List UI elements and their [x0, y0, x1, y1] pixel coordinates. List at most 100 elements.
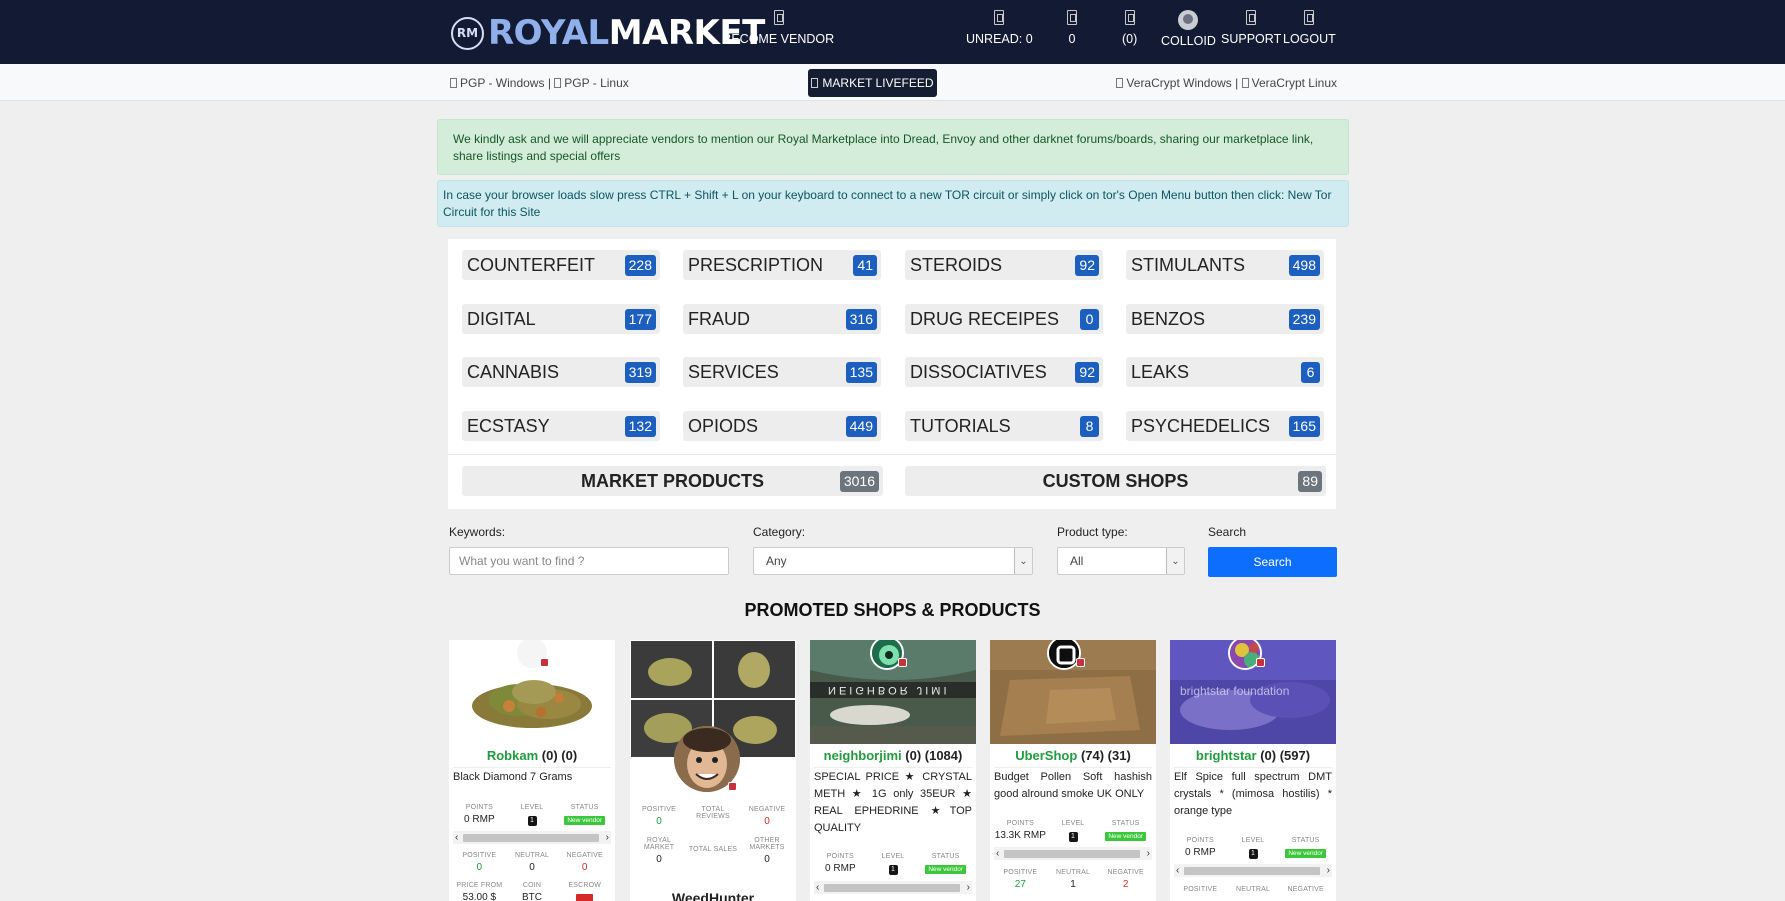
separator: |: [1235, 76, 1239, 90]
horizontal-scrollbar[interactable]: ‹ ›: [453, 831, 611, 844]
category-digital[interactable]: DIGITAL 177: [462, 304, 660, 334]
big-category-name: MARKET PRODUCTS: [581, 470, 764, 491]
chevron-right-icon[interactable]: ›: [1147, 847, 1150, 860]
orders-icon: [1067, 10, 1077, 25]
chevron-right-icon[interactable]: ›: [1327, 864, 1330, 877]
nav-orders[interactable]: 0: [1067, 10, 1077, 46]
stat-label: POSITIVE: [642, 806, 676, 813]
big-category-count: 3016: [839, 471, 879, 492]
product-title[interactable]: SPECIAL PRICE ★ CRYSTAL METH ★ 1G only 3…: [814, 767, 972, 837]
seller-name[interactable]: neighborjimi: [824, 748, 902, 763]
neutral-count: 1: [1070, 879, 1076, 890]
seller-name[interactable]: brightstar: [1196, 748, 1257, 763]
horizontal-scrollbar[interactable]: ‹ ›: [814, 881, 972, 894]
category-count: 228: [624, 254, 656, 276]
category-ecstasy[interactable]: ECSTASY 132: [462, 411, 660, 441]
product-card[interactable]: Robkam (0) (0) Black Diamond 7 Grams POI…: [449, 640, 615, 901]
product-card[interactable]: UberShop (74) (31) Budget Pollen Soft ha…: [990, 640, 1156, 901]
category-opiods[interactable]: OPIODS 449: [683, 411, 881, 441]
product-title[interactable]: Elf Spice full spectrum DMT crystals * (…: [1174, 767, 1332, 820]
shop-card[interactable]: POSITIVE 0 TOTAL REVIEWS NEGATIVE 0 ROYA…: [630, 640, 796, 901]
category-name: OPIODS: [688, 415, 759, 436]
stat-label: TOTAL SALES: [688, 846, 738, 853]
chevron-left-icon[interactable]: ‹: [1176, 864, 1179, 877]
stat-label: STATUS: [931, 853, 960, 860]
chevron-right-icon[interactable]: ›: [967, 881, 970, 894]
pgp-windows-link[interactable]: PGP - Windows: [460, 76, 544, 90]
gift-icon: [728, 782, 737, 791]
category-drug-receipes[interactable]: DRUG RECEIPES 0: [905, 304, 1103, 334]
category-count: 177: [624, 308, 656, 330]
category-select-value: Any: [766, 554, 787, 568]
stat-label: POSITIVE: [462, 852, 497, 859]
market-livefeed-button[interactable]: MARKET LIVEFEED: [808, 69, 937, 97]
category-dissociatives[interactable]: DISSOCIATIVES 92: [905, 357, 1103, 387]
category-stimulants[interactable]: STIMULANTS 498: [1126, 250, 1324, 280]
category-steroids[interactable]: STEROIDS 92: [905, 250, 1103, 280]
product-card[interactable]: brightstar foundation brightstar (0) (59…: [1170, 640, 1336, 901]
category-label: Category:: [753, 525, 806, 539]
category-count: 0: [1080, 308, 1099, 330]
chevron-right-icon[interactable]: ›: [606, 831, 609, 844]
product-title[interactable]: Black Diamond 7 Grams: [453, 767, 611, 786]
pgp-linux-link[interactable]: PGP - Linux: [564, 76, 628, 90]
category-prescription[interactable]: PRESCRIPTION 41: [683, 250, 881, 280]
category-count: 8: [1080, 415, 1099, 437]
cart-icon: [1124, 10, 1135, 25]
user-avatar-icon: [1178, 10, 1199, 30]
gift-icon: [1256, 658, 1265, 667]
category-count: 92: [1075, 254, 1099, 276]
price-value: 53.00 $: [462, 892, 497, 901]
market-products-button[interactable]: MARKET PRODUCTS 3016: [462, 466, 883, 496]
nav-logout[interactable]: LOGOUT: [1283, 10, 1336, 46]
search-button[interactable]: Search: [1208, 547, 1337, 577]
shop-positive: POSITIVE 0: [632, 806, 686, 827]
category-benzos[interactable]: BENZOS 239: [1126, 304, 1324, 334]
logo-royal: ROYAL: [488, 13, 609, 53]
logo[interactable]: RM ROYALMARKET: [451, 13, 765, 53]
nav-unread[interactable]: UNREAD: 0: [966, 10, 1033, 46]
seller-name[interactable]: Robkam: [487, 748, 538, 763]
category-counterfeit[interactable]: COUNTERFEIT 228: [462, 250, 660, 280]
category-fraud[interactable]: FRAUD 316: [683, 304, 881, 334]
veracrypt-linux-link[interactable]: VeraCrypt Linux: [1252, 76, 1337, 90]
positive-count: 27: [1014, 879, 1026, 890]
product-card[interactable]: NEIGHBOR JIMI neighborjimi (0) (1084) SP…: [810, 640, 976, 901]
product-type-select[interactable]: All ⌄: [1057, 547, 1185, 575]
product-title[interactable]: Budget Pollen Soft hashish good alround …: [994, 767, 1152, 803]
category-tutorials[interactable]: TUTORIALS 8: [905, 411, 1103, 441]
category-name: TUTORIALS: [910, 415, 1011, 436]
chevron-left-icon[interactable]: ‹: [455, 831, 458, 844]
nav-support[interactable]: SUPPORT: [1221, 10, 1281, 46]
category-psychedelics[interactable]: PSYCHEDELICS 165: [1126, 411, 1324, 441]
scrollbar-thumb[interactable]: [1004, 850, 1140, 858]
store-icon: [773, 10, 784, 25]
scrollbar-thumb[interactable]: [824, 884, 960, 892]
chevron-left-icon[interactable]: ‹: [816, 881, 819, 894]
veracrypt-windows-link[interactable]: VeraCrypt Windows: [1126, 76, 1231, 90]
stat-label: LEVEL: [1241, 837, 1265, 844]
nav-user[interactable]: COLLOID: [1161, 10, 1216, 48]
category-select[interactable]: Any ⌄: [753, 547, 1033, 575]
chevron-left-icon[interactable]: ‹: [996, 847, 999, 860]
nav-cart[interactable]: (0): [1122, 10, 1137, 46]
category-name: COUNTERFEIT: [467, 254, 595, 275]
gift-icon: [898, 658, 907, 667]
stat-label: LEVEL: [520, 804, 544, 811]
category-count: 449: [845, 415, 877, 437]
download-icon: [554, 78, 562, 88]
category-cannabis[interactable]: CANNABIS 319: [462, 357, 660, 387]
seller-name[interactable]: UberShop: [1015, 748, 1077, 763]
scrollbar-thumb[interactable]: [463, 834, 599, 842]
scrollbar-thumb[interactable]: [1184, 867, 1320, 875]
neutral-count: 0: [529, 862, 535, 873]
stat-label: NEGATIVE: [566, 852, 603, 859]
category-services[interactable]: SERVICES 135: [683, 357, 881, 387]
category-leaks[interactable]: LEAKS 6: [1126, 357, 1324, 387]
shop-name[interactable]: WeedHunter: [630, 890, 796, 901]
custom-shops-button[interactable]: CUSTOM SHOPS 89: [905, 466, 1326, 496]
nav-become-vendor[interactable]: BECOME VENDOR: [723, 10, 834, 46]
horizontal-scrollbar[interactable]: ‹ ›: [1174, 864, 1332, 877]
keywords-input[interactable]: What you want to find ?: [449, 547, 729, 575]
horizontal-scrollbar[interactable]: ‹ ›: [994, 847, 1152, 860]
